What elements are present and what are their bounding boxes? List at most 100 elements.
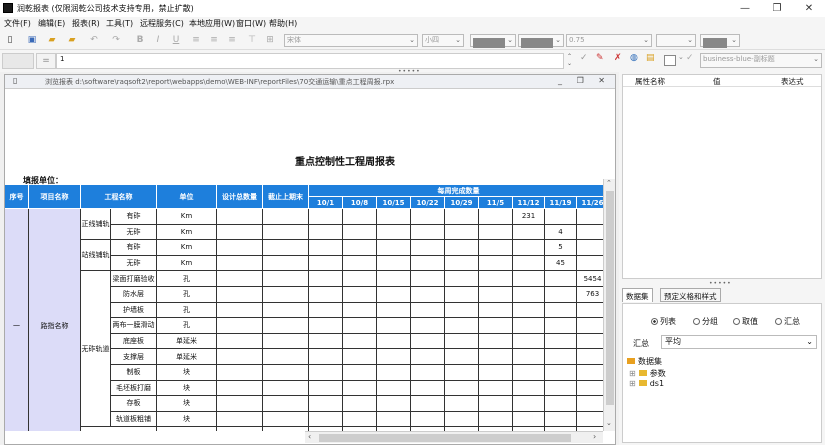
menu-edit[interactable]: 编辑(E) [38,18,65,29]
design-cell[interactable] [217,349,263,365]
border-style-combo[interactable]: ⌄ [656,34,696,47]
weekly-value-cell[interactable] [343,240,377,256]
apply-icon[interactable]: ✓ [686,53,694,63]
scroll-down-icon[interactable]: ⌄ [606,419,612,427]
weekly-value-cell[interactable] [513,411,545,428]
align-left-icon[interactable]: ≡ [190,34,202,46]
weekly-value-cell[interactable] [343,302,377,319]
prev-cell[interactable] [263,224,309,241]
tree-root[interactable]: 数据集 [627,356,662,367]
weekly-value-cell[interactable] [479,271,513,287]
weekly-value-cell[interactable] [343,224,377,241]
design-cell[interactable] [217,240,263,256]
weekly-value-cell[interactable] [479,240,513,256]
zoom-combo[interactable]: 0.75 ⌄ [566,34,652,47]
bold-icon[interactable]: B [134,34,146,46]
weekly-value-cell[interactable] [309,255,343,272]
weekly-value-cell[interactable] [479,380,513,397]
weekly-value-cell[interactable] [577,224,603,241]
scroll-right-icon[interactable]: › [593,432,596,441]
weekly-value-cell[interactable] [377,240,411,256]
design-cell[interactable] [217,411,263,428]
design-cell[interactable] [217,302,263,319]
weekly-value-cell[interactable] [411,224,445,241]
design-cell[interactable] [217,255,263,272]
weekly-value-cell[interactable] [309,365,343,381]
weekly-value-cell[interactable] [513,333,545,350]
weekly-value-cell[interactable] [545,349,577,365]
weekly-value-cell[interactable] [309,396,343,412]
weekly-value-cell[interactable] [309,287,343,303]
prev-cell[interactable] [263,287,309,303]
weekly-value-cell[interactable] [445,255,479,272]
weekly-value-cell[interactable] [445,396,479,412]
style-name-combo[interactable]: business-blue-副标题 ⌄ [700,53,822,68]
weekly-value-cell[interactable] [513,224,545,241]
weekly-value-cell[interactable] [411,365,445,381]
merge-icon[interactable]: ⊞ [264,34,276,46]
chevron-down-icon[interactable]: ⌄ [678,53,684,61]
weekly-value-cell[interactable] [343,396,377,412]
weekly-value-cell[interactable] [545,380,577,397]
weekly-value-cell[interactable] [545,209,577,225]
weekly-value-cell[interactable] [377,349,411,365]
weekly-value-cell[interactable] [377,302,411,319]
save-icon[interactable]: ▣ [26,34,38,46]
weekly-value-cell[interactable]: 4 [545,224,577,241]
weekly-value-cell[interactable] [309,271,343,287]
menu-file[interactable]: 文件(F) [4,18,31,29]
weekly-value-cell[interactable] [577,318,603,334]
weekly-value-cell[interactable] [545,365,577,381]
color-picker-icon[interactable]: ◍ [630,53,638,63]
weekly-value-cell[interactable] [545,333,577,350]
weekly-value-cell[interactable] [479,396,513,412]
design-cell[interactable] [217,333,263,350]
weekly-value-cell[interactable] [343,209,377,225]
vertical-scroll-thumb[interactable] [606,191,614,405]
weekly-value-cell[interactable] [411,333,445,350]
radio-summary[interactable]: 汇总 [775,316,800,327]
prev-cell[interactable] [263,349,309,365]
weekly-value-cell[interactable] [411,396,445,412]
weekly-value-cell[interactable]: 5454 [577,271,603,287]
design-cell[interactable] [217,287,263,303]
weekly-value-cell[interactable] [445,349,479,365]
prev-cell[interactable] [263,333,309,350]
design-cell[interactable] [217,209,263,225]
weekly-value-cell[interactable] [513,271,545,287]
weekly-value-cell[interactable] [445,302,479,319]
weekly-value-cell[interactable] [343,318,377,334]
weekly-value-cell[interactable] [513,240,545,256]
weekly-value-cell[interactable] [309,333,343,350]
restore-button[interactable]: ❐ [761,0,793,17]
weekly-value-cell[interactable] [343,365,377,381]
weekly-value-cell[interactable] [513,396,545,412]
weekly-value-cell[interactable] [577,380,603,397]
radio-list[interactable]: 列表 [651,316,676,327]
weekly-value-cell[interactable] [343,271,377,287]
weekly-value-cell[interactable] [479,255,513,272]
weekly-value-cell[interactable] [479,224,513,241]
vertical-scrollbar[interactable]: ⌃ ⌄ [603,179,615,431]
weekly-value-cell[interactable] [377,318,411,334]
prev-cell[interactable] [263,396,309,412]
style-box-icon[interactable] [664,55,676,66]
weekly-value-cell[interactable] [411,271,445,287]
design-cell[interactable] [217,224,263,241]
open-icon[interactable]: ▰ [46,34,58,46]
prev-cell[interactable] [263,209,309,225]
cell-reference-box[interactable] [2,53,34,69]
prev-cell[interactable] [263,240,309,256]
brush-icon[interactable]: ✎ [596,53,604,63]
radio-group[interactable]: 分组 [693,316,718,327]
weekly-value-cell[interactable] [411,240,445,256]
tree-item-ds1[interactable]: ⊞ ds1 [629,379,664,388]
weekly-value-cell[interactable] [545,287,577,303]
weekly-value-cell[interactable] [343,380,377,397]
summary-select[interactable]: 平均 ⌄ [661,335,817,349]
prev-cell[interactable] [263,255,309,272]
weekly-value-cell[interactable]: 763 [577,287,603,303]
weekly-value-cell[interactable] [309,224,343,241]
design-cell[interactable] [217,427,263,431]
weekly-value-cell[interactable] [309,318,343,334]
